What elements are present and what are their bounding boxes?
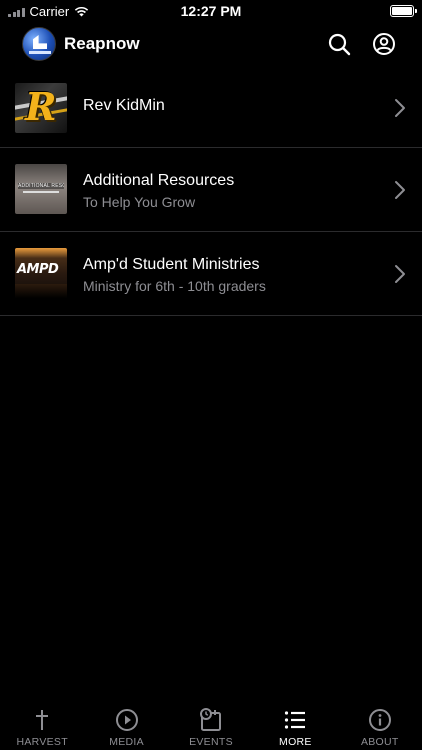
tab-about[interactable]: ABOUT bbox=[338, 700, 422, 750]
chevron-right-icon bbox=[395, 99, 405, 117]
tab-bar: HARVEST MEDIA EVENTS MORE ABOUT bbox=[0, 700, 422, 750]
list-item-subtitle: To Help You Grow bbox=[83, 194, 196, 210]
list-item-title: Additional Resources bbox=[83, 172, 235, 189]
status-time: 12:27 PM bbox=[180, 3, 242, 19]
list-item-subtitle: Ministry for 6th - 10th graders bbox=[83, 278, 266, 294]
account-icon[interactable] bbox=[372, 32, 396, 56]
list-item-text: Additional Resources To Help You Grow bbox=[83, 172, 382, 210]
list-item-text: Amp'd Student Ministries Ministry for 6t… bbox=[83, 256, 382, 294]
app-title: Reapnow bbox=[64, 34, 140, 53]
search-icon[interactable] bbox=[327, 32, 351, 56]
list-icon bbox=[285, 711, 306, 729]
tab-more[interactable]: MORE bbox=[253, 700, 337, 750]
chevron-right-icon bbox=[395, 265, 405, 283]
tab-label: ABOUT bbox=[360, 736, 399, 748]
thumbnail-text: ADDITIONAL RESOURCES bbox=[18, 183, 64, 189]
app-logo bbox=[22, 27, 56, 61]
tab-events[interactable]: EVENTS bbox=[169, 700, 253, 750]
thumbnail-text: AMPD bbox=[17, 262, 59, 277]
cross-icon bbox=[36, 710, 49, 730]
tab-label: HARVEST bbox=[16, 736, 68, 748]
list-item-text: Rev KidMin bbox=[83, 97, 382, 115]
tab-label: MEDIA bbox=[109, 736, 144, 748]
app-header: Reapnow bbox=[0, 22, 422, 68]
list-item-additional-resources[interactable]: ADDITIONAL RESOURCES Additional Resource… bbox=[0, 148, 422, 232]
tab-harvest[interactable]: HARVEST bbox=[0, 700, 84, 750]
ampd-thumbnail: AMPD bbox=[15, 248, 67, 298]
content-list: R Rev KidMin ADDITIONAL RESOURCES Additi… bbox=[0, 68, 422, 316]
tab-label: EVENTS bbox=[189, 736, 233, 748]
list-item-title: Rev KidMin bbox=[83, 97, 165, 114]
rev-kidmin-thumbnail: R bbox=[15, 83, 67, 133]
battery-icon bbox=[390, 5, 417, 17]
calendar-clock-icon bbox=[199, 708, 221, 731]
info-icon bbox=[368, 709, 391, 731]
status-bar: Carrier 12:27 PM bbox=[0, 0, 422, 22]
tab-label: MORE bbox=[279, 736, 312, 748]
tab-media[interactable]: MEDIA bbox=[84, 700, 168, 750]
chevron-right-icon bbox=[395, 181, 405, 199]
play-circle-icon bbox=[115, 709, 138, 731]
list-item-rev-kidmin[interactable]: R Rev KidMin bbox=[0, 68, 422, 148]
additional-resources-thumbnail: ADDITIONAL RESOURCES bbox=[15, 164, 67, 214]
list-item-ampd-student-ministries[interactable]: AMPD Amp'd Student Ministries Ministry f… bbox=[0, 232, 422, 316]
list-item-title: Amp'd Student Ministries bbox=[83, 256, 260, 273]
